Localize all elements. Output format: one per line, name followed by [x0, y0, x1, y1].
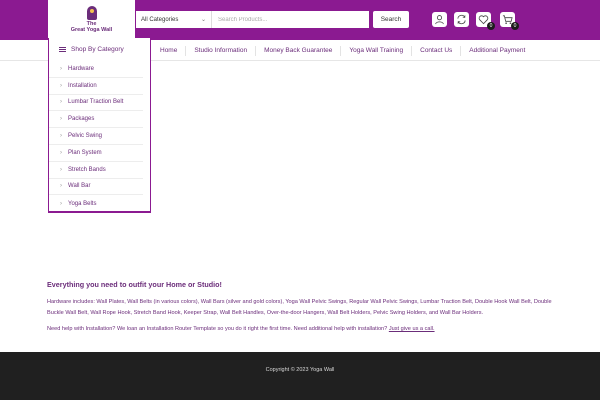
category-item-pelvic-swing[interactable]: › Pelvic Swing [49, 128, 143, 145]
category-item-hardware[interactable]: › Hardware [49, 61, 143, 78]
call-us-link[interactable]: Just give us a call. [389, 326, 435, 332]
chevron-right-icon: › [60, 133, 62, 140]
chevron-right-icon: › [60, 166, 62, 173]
category-item-stretch-bands[interactable]: › Stretch Bands [49, 162, 143, 179]
main-menu: Home Studio Information Money Back Guara… [152, 40, 533, 61]
category-item-lumbar-traction-belt[interactable]: › Lumbar Traction Belt [49, 95, 143, 112]
chevron-right-icon: › [60, 149, 62, 156]
user-icon [435, 15, 444, 25]
installation-text: Need help with Installation? We loan an … [47, 326, 388, 332]
search-button[interactable]: Search [373, 11, 409, 28]
wishlist-count-badge: 0 [487, 22, 495, 30]
category-item-label: Pelvic Swing [68, 133, 103, 140]
category-item-installation[interactable]: › Installation [49, 78, 143, 95]
compare-icon[interactable] [454, 12, 469, 27]
nav-item-money-back-guarantee[interactable]: Money Back Guarantee [256, 45, 342, 56]
category-item-label: Lumbar Traction Belt [68, 99, 124, 106]
category-item-label: Installation [68, 82, 97, 89]
cart-button[interactable]: 0 [500, 12, 519, 30]
category-item-plan-system[interactable]: › Plan System [49, 145, 143, 162]
category-item-yoga-belts[interactable]: › Yoga Belts [49, 195, 143, 212]
chevron-right-icon: › [60, 116, 62, 123]
search-bar: All Categories ⌄ [136, 11, 369, 28]
category-item-packages[interactable]: › Packages [49, 111, 143, 129]
chevron-right-icon: › [60, 200, 62, 207]
installation-paragraph: Need help with Installation? We loan an … [47, 324, 557, 335]
refresh-icon [457, 14, 466, 25]
nav-item-additional-payment[interactable]: Additional Payment [461, 46, 533, 56]
hamburger-icon [59, 47, 66, 52]
category-item-label: Yoga Belts [68, 200, 97, 207]
search-input[interactable] [212, 11, 369, 28]
nav-item-contact-us[interactable]: Contact Us [412, 45, 462, 56]
category-item-wall-bar[interactable]: › Wall Bar [49, 179, 143, 196]
chevron-right-icon: › [60, 183, 62, 190]
category-item-label: Stretch Bands [68, 166, 106, 173]
account-icon[interactable] [432, 12, 447, 27]
chevron-down-icon: ⌄ [200, 17, 206, 23]
nav-item-home[interactable]: Home [152, 45, 187, 56]
wishlist-button[interactable]: 0 [476, 12, 495, 30]
copyright-text: Copyright © 2023 Yoga Wall [265, 367, 335, 373]
nav-item-studio-information[interactable]: Studio Information [186, 45, 257, 56]
shop-by-category-label: Shop By Category [71, 46, 124, 53]
category-dropdown: › Hardware › Installation › Lumbar Traction… [48, 61, 151, 213]
cart-count-badge: 0 [511, 22, 519, 30]
category-item-label: Packages [68, 116, 95, 123]
site-logo[interactable]: The Great Yoga Wall [48, 0, 135, 38]
chevron-right-icon: › [60, 82, 62, 89]
category-item-label: Plan System [68, 149, 102, 156]
category-item-label: Hardware [68, 65, 95, 72]
shop-by-category-button[interactable]: Shop By Category [48, 38, 151, 61]
content-heading: Everything you need to outfit your Home … [47, 280, 222, 289]
hardware-description: Hardware includes: Wall Plates, Wall Bel… [47, 299, 552, 316]
nav-item-yoga-wall-training[interactable]: Yoga Wall Training [341, 45, 413, 56]
footer: Copyright © 2023 Yoga Wall [0, 352, 600, 400]
category-select[interactable]: All Categories ⌄ [136, 11, 212, 28]
logo-mark-icon [86, 5, 97, 20]
chevron-right-icon: › [60, 99, 62, 106]
category-item-label: Wall Bar [68, 183, 91, 190]
logo-line2: Great Yoga Wall [70, 26, 113, 33]
chevron-right-icon: › [60, 65, 62, 72]
main-content: Everything you need to outfit your Home … [47, 280, 557, 335]
category-select-value: All Categories [141, 16, 179, 23]
